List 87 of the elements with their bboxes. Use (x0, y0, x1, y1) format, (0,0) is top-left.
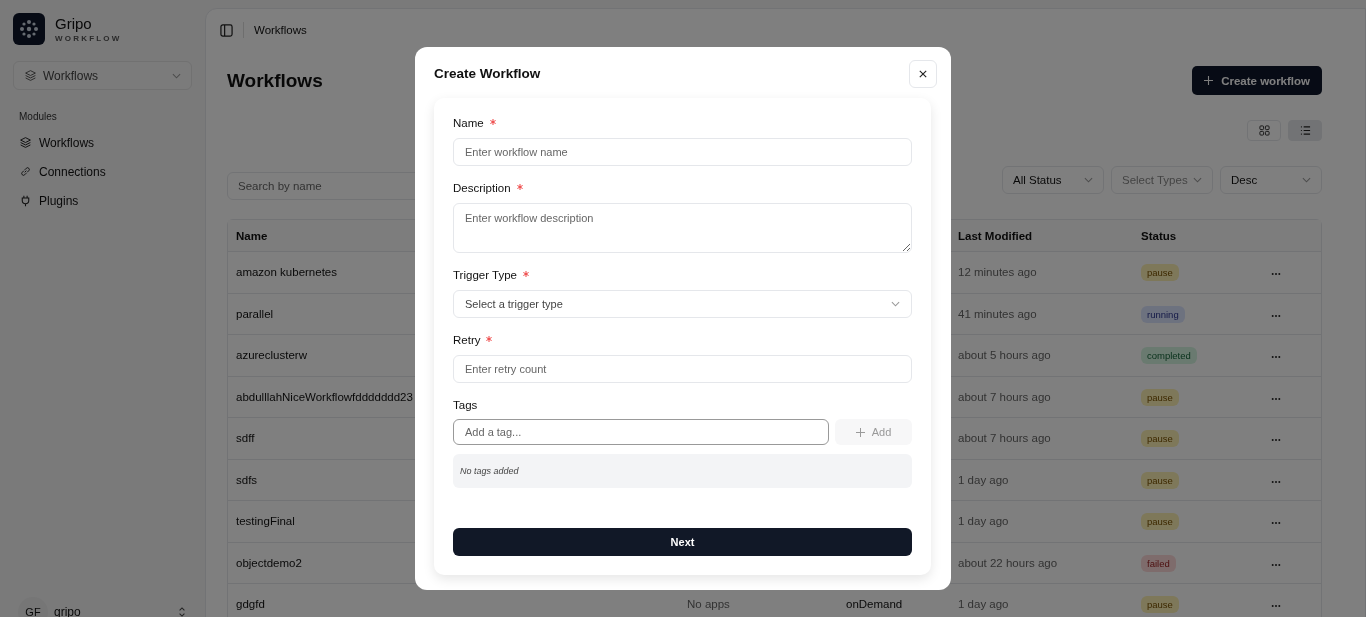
layers-icon (19, 136, 32, 149)
table-cell-text: 41 minutes ago (957, 307, 1037, 320)
section-label: Modules (19, 111, 58, 122)
field-label: Retry (453, 334, 481, 346)
table-cell-text: azureclusterw (235, 349, 307, 362)
plus-icon (1204, 76, 1214, 85)
table-cell-text: about 7 hours ago (957, 390, 1051, 403)
more-icon[interactable] (1271, 355, 1281, 360)
more-icon[interactable] (1271, 438, 1281, 443)
brand-subtitle: WORKFLOW (55, 34, 122, 43)
plug-icon (19, 194, 32, 207)
status-badge: pause (1141, 596, 1179, 614)
close-icon (919, 69, 927, 78)
filter-dropdown[interactable]: All Status (1002, 166, 1104, 194)
next-button[interactable]: Next (453, 528, 912, 556)
sidebar-item[interactable]: Connections (13, 157, 192, 186)
grid-icon (1258, 125, 1270, 136)
table-cell-text: 1 day ago (957, 473, 1009, 486)
more-icon[interactable] (1271, 272, 1281, 277)
chevron-down-icon (1193, 177, 1202, 183)
input-field[interactable]: Enter retry count (453, 355, 912, 383)
status-badge: running (1141, 305, 1185, 323)
more-icon[interactable] (1271, 604, 1281, 609)
table-cell-text: gdgfd (235, 598, 265, 611)
table-cell-text: about 7 hours ago (957, 432, 1051, 445)
link-icon (19, 165, 32, 178)
textarea-field[interactable]: Enter workflow description (453, 203, 912, 253)
more-icon[interactable] (1271, 396, 1281, 401)
chevron-down-icon (1302, 177, 1311, 183)
field-label: Trigger Type (453, 269, 517, 281)
table-cell-text: about 22 hours ago (957, 556, 1058, 569)
more-icon[interactable] (1271, 479, 1281, 484)
table-cell-text: objectdemo2 (235, 556, 302, 569)
table-cell-text: about 5 hours ago (957, 349, 1051, 362)
status-badge: pause (1141, 471, 1179, 489)
table-cell-text: sdff (235, 432, 255, 445)
table-cell-text: 1 day ago (957, 598, 1009, 611)
table-cell-text: 1 day ago (957, 515, 1009, 528)
column-header: Name (235, 229, 268, 242)
select-field[interactable]: Select a trigger type (453, 290, 912, 318)
breadcrumb[interactable]: Workflows (254, 24, 307, 36)
table-cell-text: 12 minutes ago (957, 266, 1037, 279)
status-badge: completed (1141, 347, 1197, 365)
chevron-down-icon (891, 301, 900, 307)
status-badge: pause (1141, 513, 1179, 531)
table-cell-text: No apps (686, 598, 730, 611)
chevron-down-icon (1084, 177, 1093, 183)
chevron-down-icon (172, 72, 181, 79)
filter-dropdown[interactable]: Select Types (1111, 166, 1213, 194)
column-header: Status (1140, 229, 1177, 242)
field-label: Name (453, 117, 484, 129)
filter-dropdown[interactable]: Desc (1220, 166, 1322, 194)
more-icon[interactable] (1271, 521, 1281, 526)
list-view-button[interactable] (1288, 120, 1322, 141)
field-label: Description (453, 182, 511, 194)
empty-text: No tags added (460, 466, 519, 476)
modal-title: Create Workflow (434, 66, 541, 81)
status-badge: pause (1141, 430, 1179, 448)
sidebar-item[interactable]: Plugins (13, 186, 192, 215)
grid-view-button[interactable] (1247, 120, 1281, 141)
brand-name: Gripo (55, 15, 93, 32)
more-icon[interactable] (1271, 562, 1281, 567)
status-badge: failed (1141, 554, 1176, 572)
tag-input-field[interactable]: Add a tag... (453, 419, 829, 445)
chevrons-up-down-icon (178, 605, 186, 617)
layers-icon (24, 69, 37, 82)
sidebar-toggle-icon[interactable] (220, 23, 233, 37)
table-cell-text: parallel (235, 307, 274, 320)
module-select[interactable]: Workflows (13, 61, 192, 90)
status-badge: pause (1141, 264, 1179, 282)
more-icon[interactable] (1271, 313, 1281, 318)
page-title: Workflows (227, 69, 323, 92)
status-badge: pause (1141, 388, 1179, 406)
table-cell-text: abdulllahNiceWorkflowfddddddd23 (235, 390, 413, 403)
list-icon (1299, 125, 1311, 136)
input-field[interactable]: Enter workflow name (453, 138, 912, 166)
table-cell-text: sdfs (235, 473, 258, 486)
create-workflow-button[interactable]: Create workflow (1192, 66, 1322, 95)
field-label: Tags (453, 399, 479, 411)
avatar: GF (18, 596, 48, 617)
sidebar-item[interactable]: Workflows (13, 128, 192, 157)
table-cell-text: onDemand (845, 598, 903, 611)
table-cell-text: testingFinal (235, 515, 295, 528)
column-header: Last Modified (957, 229, 1033, 242)
plus-icon (855, 427, 865, 437)
logo-icon (13, 13, 45, 45)
table-cell-text: amazon kubernetes (235, 266, 337, 279)
